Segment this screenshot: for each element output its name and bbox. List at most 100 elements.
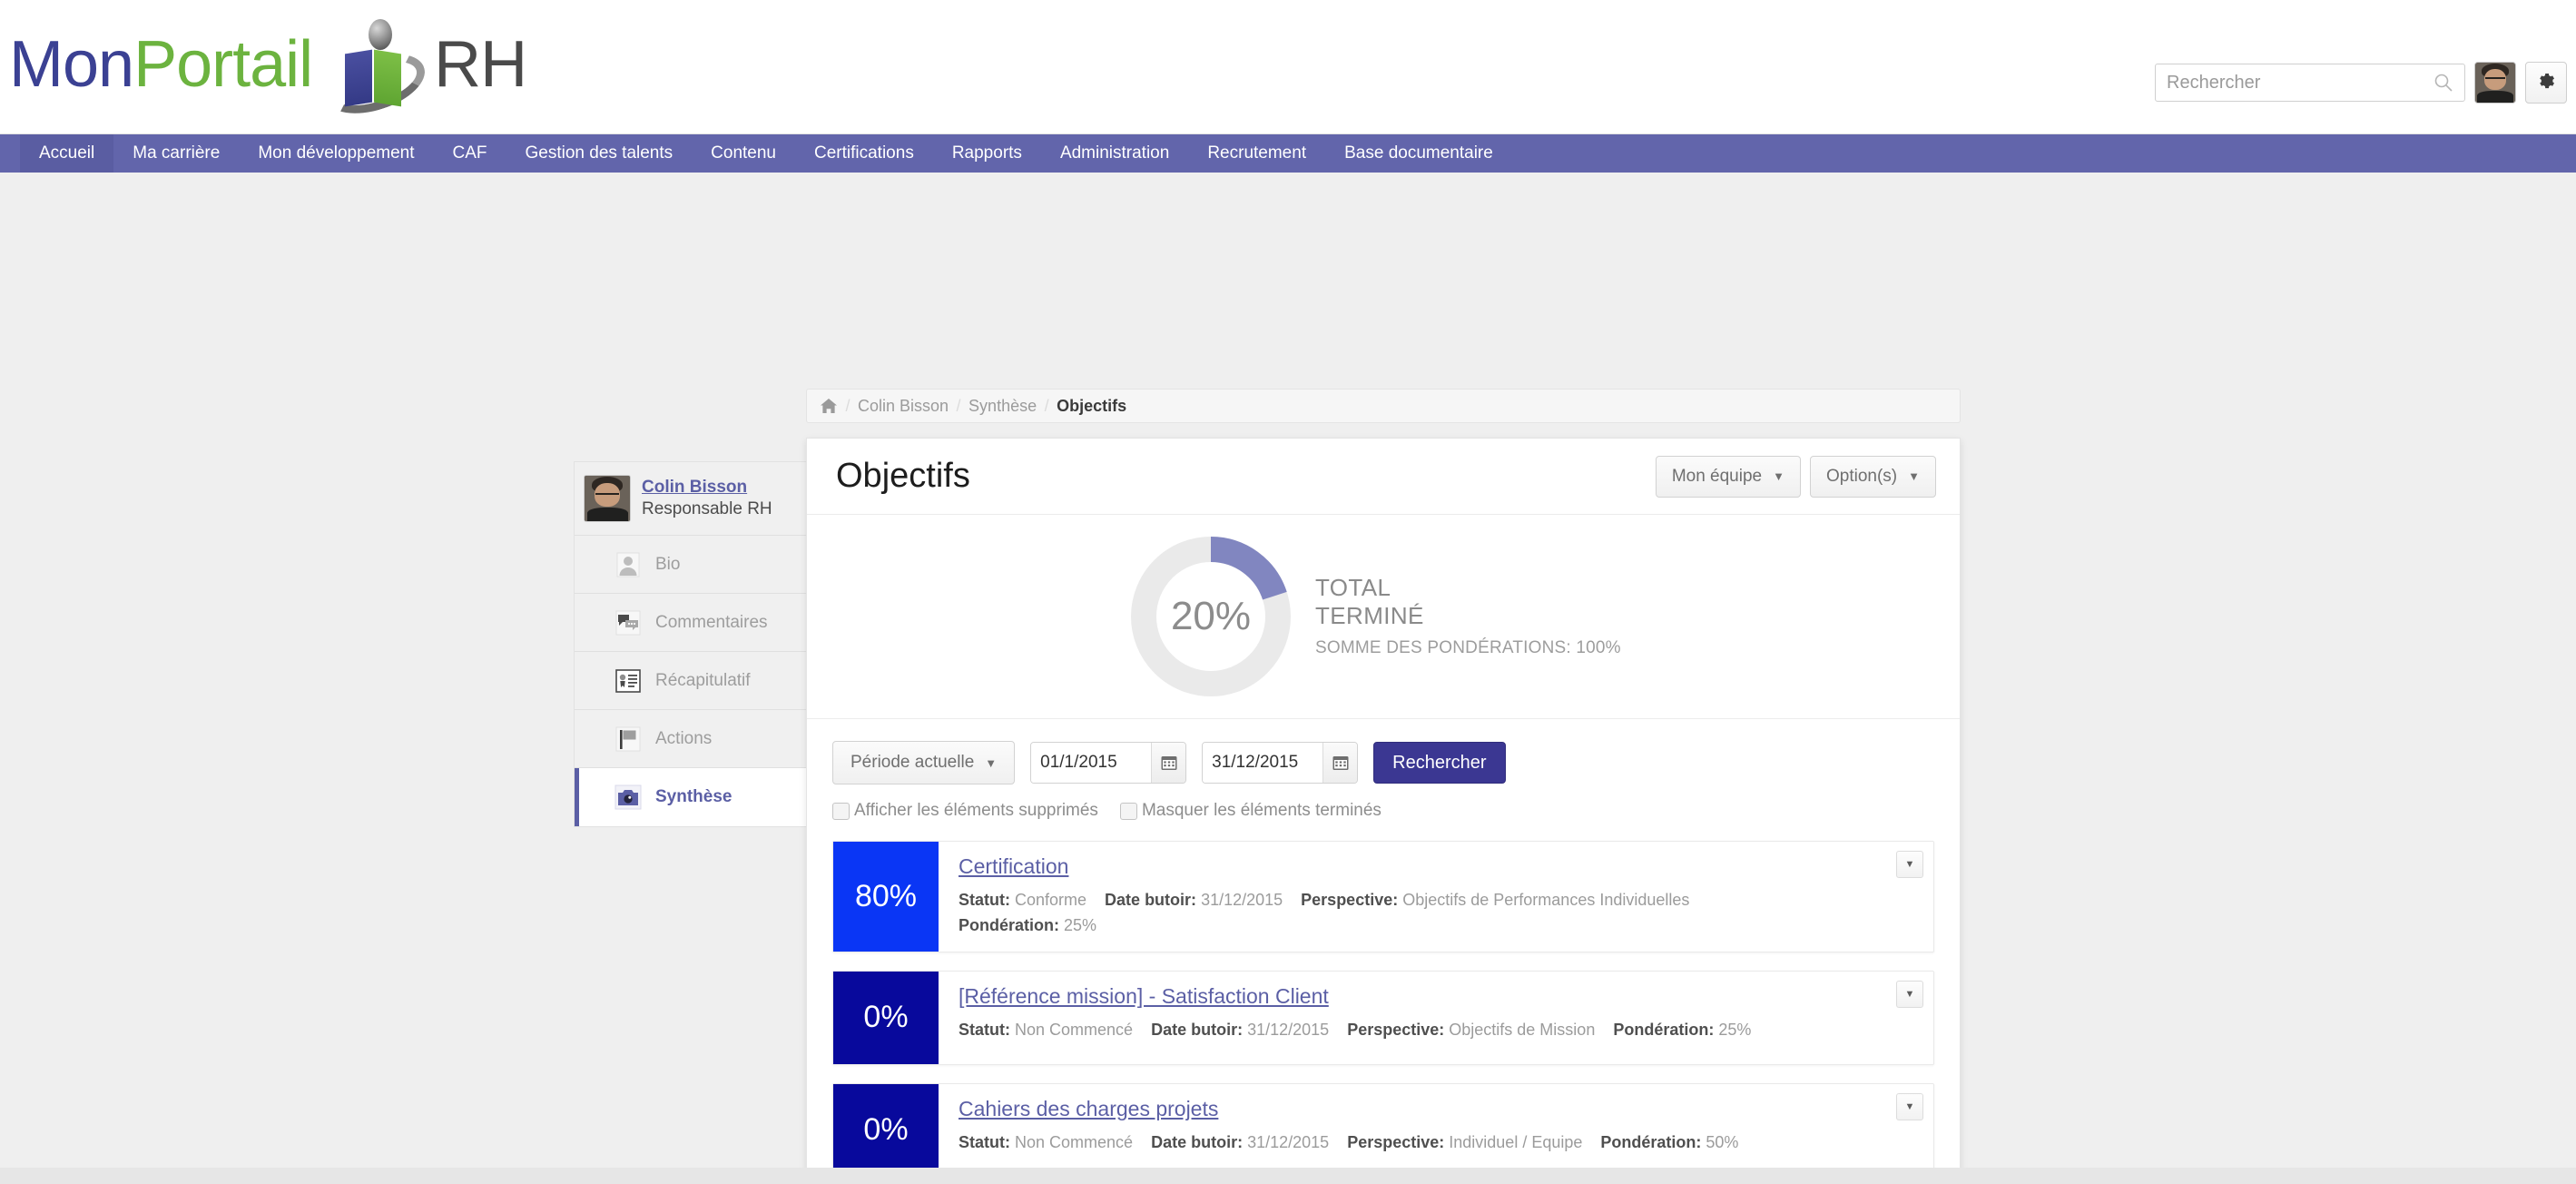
nav-item-certifications[interactable]: Certifications	[795, 134, 933, 173]
completion-donut-chart: 20%	[1126, 532, 1295, 701]
date-from-field[interactable]	[1030, 742, 1187, 784]
objective-status-value: Non Commencé	[1015, 1020, 1134, 1039]
my-team-label: Mon équipe	[1671, 466, 1763, 486]
nav-item-contenu[interactable]: Contenu	[692, 134, 795, 173]
breadcrumb-separator: /	[1044, 396, 1049, 415]
camera-icon	[613, 784, 644, 811]
summary-heading-line2: TERMINÉ	[1315, 601, 1424, 629]
date-to-input[interactable]	[1203, 743, 1323, 783]
objective-progress-badge: 0%	[833, 1083, 939, 1177]
objective-title-link[interactable]: Cahiers des charges projets	[959, 1097, 1218, 1121]
period-dropdown[interactable]: Période actuelle ▼	[832, 741, 1016, 784]
objective-perspective-label: Perspective:	[1347, 1020, 1445, 1039]
objective-due-date-label: Date butoir:	[1151, 1020, 1244, 1039]
nav-item-gestion-des-talents[interactable]: Gestion des talents	[506, 134, 693, 173]
objective-body: [Référence mission] - Satisfaction Clien…	[939, 972, 1933, 1064]
settings-button[interactable]	[2525, 62, 2567, 104]
sidebar-item-synth-se[interactable]: Synthèse	[575, 768, 806, 826]
objective-weight-label: Pondération:	[959, 915, 1059, 934]
nav-item-ma-carri-re[interactable]: Ma carrière	[113, 134, 239, 173]
objective-card[interactable]: 0% Cahiers des charges projets Statut: Non…	[832, 1082, 1934, 1178]
breadcrumb: / Colin Bisson / Synthèse / Objectifs	[806, 389, 1961, 423]
hide-completed-checkbox[interactable]: Masquer les éléments terminés	[1119, 801, 1381, 821]
objective-perspective-value: Objectifs de Performances Individuelles	[1402, 891, 1690, 909]
panel-header: Objectifs Mon équipe ▼ Option(s) ▼	[807, 439, 1960, 515]
options-button[interactable]: Option(s) ▼	[1809, 455, 1936, 498]
person-icon	[613, 551, 644, 578]
nav-item-base-documentaire[interactable]: Base documentaire	[1325, 134, 1512, 173]
breadcrumb-item-colin-bisson[interactable]: Colin Bisson	[858, 397, 949, 416]
nav-item-mon-d-veloppement[interactable]: Mon développement	[239, 134, 433, 173]
objective-due-date: Date butoir: 31/12/2015	[1151, 1133, 1329, 1151]
sidebar-item-commentaires[interactable]: Commentaires	[575, 594, 806, 652]
filters-section: Période actuelle ▼ Rechercher	[807, 719, 1960, 821]
objective-status: Statut: Non Commencé	[959, 1021, 1133, 1039]
logo-text-portail: Portail	[133, 28, 313, 101]
sidebar-item-bio[interactable]: Bio	[575, 536, 806, 594]
objective-actions-dropdown[interactable]: ▼	[1896, 1092, 1923, 1120]
home-icon[interactable]	[820, 397, 838, 415]
objective-body: Cahiers des charges projets Statut: Non C…	[939, 1084, 1933, 1177]
profile-avatar[interactable]	[584, 475, 631, 522]
nav-item-caf[interactable]: CAF	[434, 134, 506, 173]
search-submit-label: Rechercher	[1392, 752, 1487, 773]
profile-header: Colin Bisson Responsable RH	[575, 462, 806, 536]
objective-perspective: Perspective: Objectifs de Mission	[1347, 1021, 1595, 1039]
sidebar-item-actions[interactable]: Actions	[575, 710, 806, 768]
profile-name[interactable]: Colin Bisson	[642, 477, 772, 498]
objective-perspective-label: Perspective:	[1347, 1132, 1445, 1151]
search-submit-button[interactable]: Rechercher	[1373, 742, 1506, 784]
objective-perspective-label: Perspective:	[1301, 891, 1399, 909]
objective-status-value: Non Commencé	[1015, 1132, 1134, 1151]
nav-item-accueil[interactable]: Accueil	[20, 134, 114, 173]
calendar-icon[interactable]	[1322, 743, 1358, 783]
objective-weight-value: 50%	[1706, 1132, 1739, 1151]
objective-due-date-label: Date butoir:	[1105, 891, 1197, 909]
date-from-input[interactable]	[1031, 743, 1152, 783]
period-label: Période actuelle	[850, 753, 975, 772]
objective-card[interactable]: 0% [Référence mission] - Satisfaction Cli…	[832, 970, 1934, 1065]
objective-due-date: Date butoir: 31/12/2015	[1151, 1021, 1329, 1039]
breadcrumb-item-synth-se[interactable]: Synthèse	[968, 397, 1037, 416]
user-avatar[interactable]	[2474, 62, 2516, 104]
nav-item-recrutement[interactable]: Recrutement	[1188, 134, 1325, 173]
comments-icon	[613, 609, 644, 636]
search-box[interactable]	[2155, 64, 2465, 102]
checkbox-box[interactable]	[832, 802, 850, 820]
nav-item-rapports[interactable]: Rapports	[933, 134, 1041, 173]
sidebar-item-r-capitulatif[interactable]: Récapitulatif	[575, 652, 806, 710]
objective-status-value: Conforme	[1015, 891, 1087, 909]
objective-due-date: Date butoir: 31/12/2015	[1105, 891, 1283, 909]
search-input[interactable]	[2156, 72, 2433, 94]
checkbox-box[interactable]	[1119, 802, 1137, 820]
objective-meta: Statut: Conforme Date butoir: 31/12/2015 P…	[959, 888, 1917, 939]
logo-text-rh: RH	[434, 28, 527, 101]
completion-percent: 20%	[1170, 594, 1252, 638]
objective-status: Statut: Non Commencé	[959, 1133, 1133, 1151]
chevron-down-icon: ▼	[985, 755, 998, 770]
calendar-icon[interactable]	[1151, 743, 1186, 783]
objective-title-link[interactable]: Certification	[959, 854, 1068, 879]
gear-icon	[2535, 70, 2557, 96]
objective-card[interactable]: 80% Certification Statut: Conforme Date but…	[832, 841, 1934, 952]
profile-role: Responsable RH	[642, 499, 772, 518]
brand-logo[interactable]: MonPortail RH	[9, 15, 527, 125]
logo-mark-icon	[317, 17, 433, 125]
objective-title-link[interactable]: [Référence mission] - Satisfaction Clien…	[959, 984, 1329, 1009]
date-to-field[interactable]	[1202, 742, 1359, 784]
sidebar-item-label: Actions	[655, 728, 713, 748]
objective-status-label: Statut:	[959, 891, 1010, 909]
objective-due-date-value: 31/12/2015	[1247, 1020, 1330, 1039]
objective-actions-dropdown[interactable]: ▼	[1896, 851, 1923, 878]
logo-text-mon: Mon	[9, 28, 134, 101]
summary-section: 20% TOTAL TERMINÉ SOMME DES PONDÉRATIONS…	[807, 515, 1960, 719]
search-icon	[2433, 73, 2453, 93]
objective-weight-value: 25%	[1718, 1020, 1752, 1039]
objective-actions-dropdown[interactable]: ▼	[1896, 980, 1923, 1008]
objective-weight-label: Pondération:	[1600, 1132, 1702, 1151]
chevron-down-icon: ▼	[1908, 469, 1920, 483]
objective-weight-label: Pondération:	[1613, 1020, 1715, 1039]
my-team-button[interactable]: Mon équipe ▼	[1655, 455, 1801, 498]
nav-item-administration[interactable]: Administration	[1041, 134, 1188, 173]
show-deleted-checkbox[interactable]: Afficher les éléments supprimés	[832, 801, 1098, 821]
